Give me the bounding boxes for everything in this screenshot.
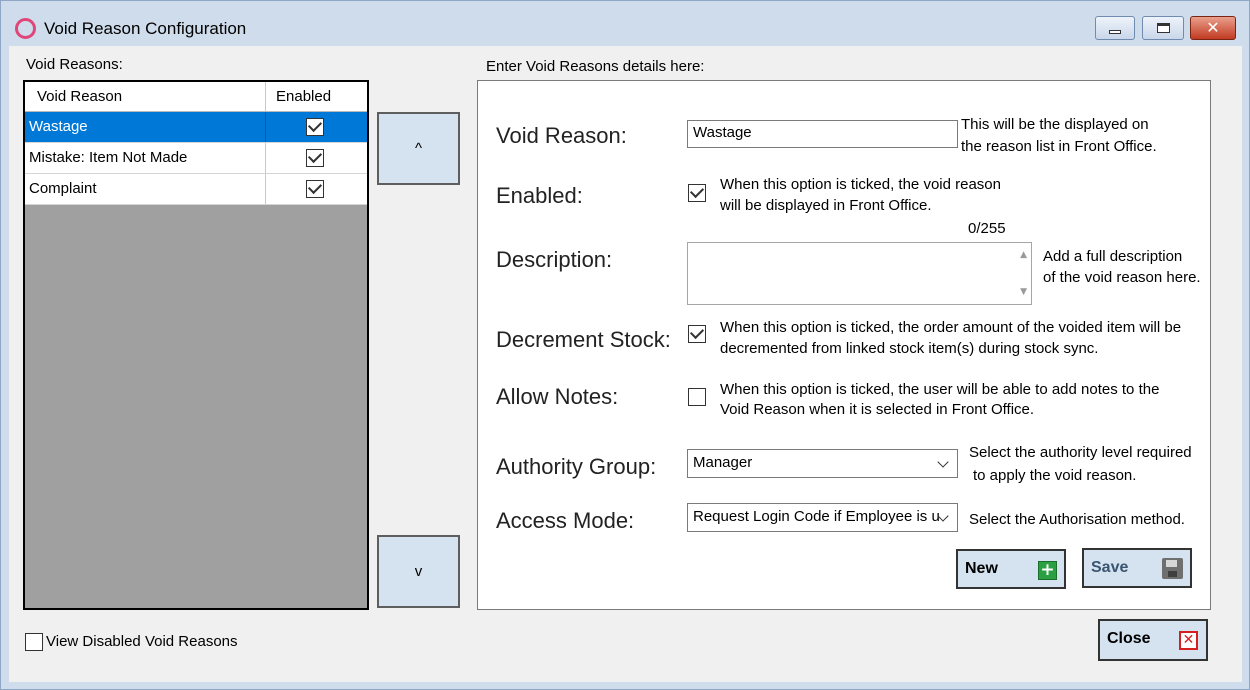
maximize-button[interactable]: [1142, 16, 1184, 40]
description-field-label: Description:: [496, 247, 613, 272]
column-header-void-reason[interactable]: Void Reason: [37, 82, 122, 111]
decrement-stock-checkbox[interactable]: [688, 324, 706, 343]
decrement-stock-help-line1: When this option is ticked, the order am…: [720, 319, 1182, 336]
checkmark-icon: [307, 117, 323, 133]
column-header-enabled[interactable]: Enabled: [276, 82, 331, 111]
column-divider: [265, 112, 266, 142]
table-row[interactable]: Wastage: [25, 112, 367, 143]
enabled-field-label: Enabled:: [496, 183, 583, 208]
app-ring-icon: [15, 18, 36, 39]
description-help-line1: Add a full description: [1043, 248, 1183, 265]
move-up-label: ^: [414, 140, 423, 157]
authority-group-help-line2: to apply the void reason.: [973, 467, 1137, 484]
scroll-up-icon[interactable]: ▲: [1020, 250, 1027, 260]
access-mode-field-label: Access Mode:: [496, 508, 635, 533]
minimize-button[interactable]: [1095, 16, 1135, 40]
description-char-counter: 0/255: [968, 220, 1006, 237]
access-mode-help: Select the Authorisation method.: [969, 511, 1185, 528]
view-disabled-checkbox[interactable]: [25, 633, 43, 651]
save-button[interactable]: Save: [1082, 548, 1192, 588]
scroll-down-icon[interactable]: ▼: [1020, 287, 1027, 297]
description-textarea[interactable]: ▲ ▼: [687, 242, 1032, 305]
move-up-button[interactable]: ^: [377, 112, 460, 185]
row-enabled-checkbox[interactable]: [306, 179, 324, 198]
save-button-label: Save: [1091, 559, 1129, 576]
minimize-icon: [1109, 30, 1121, 34]
decrement-stock-field-label: Decrement Stock:: [496, 327, 671, 352]
void-reason-configuration-window: Void Reason Configuration ✕ Void Reasons…: [0, 0, 1250, 690]
description-help-line2: of the void reason here.: [1043, 269, 1201, 286]
row-void-reason-name: Complaint: [29, 180, 97, 197]
allow-notes-help-line2: Void Reason when it is selected in Front…: [720, 401, 1035, 418]
allow-notes-field-label: Allow Notes:: [496, 384, 619, 409]
void-reason-help-line2: the reason list in Front Office.: [961, 138, 1157, 155]
row-void-reason-name: Wastage: [29, 118, 88, 135]
close-button-label: Close: [1107, 630, 1151, 647]
access-mode-value: Request Login Code if Employee is u: [693, 508, 940, 525]
column-divider: [265, 143, 266, 173]
window-close-button[interactable]: ✕: [1190, 16, 1236, 40]
void-reasons-section-label: Void Reasons:: [26, 56, 123, 73]
plus-icon: +: [1038, 561, 1057, 580]
void-reason-field-label: Void Reason:: [496, 123, 627, 148]
enabled-help-line2: will be displayed in Front Office.: [720, 197, 932, 214]
enabled-help-line1: When this option is ticked, the void rea…: [720, 176, 1001, 193]
table-row[interactable]: Complaint: [25, 174, 367, 205]
checkmark-icon: [689, 183, 705, 199]
checkmark-icon: [307, 179, 323, 195]
close-button[interactable]: Close ✕: [1098, 619, 1208, 661]
table-row[interactable]: Mistake: Item Not Made: [25, 143, 367, 174]
x-icon: ✕: [1179, 631, 1198, 650]
chevron-down-icon: [937, 456, 949, 468]
authority-group-field-label: Authority Group:: [496, 454, 657, 479]
authority-group-value: Manager: [693, 454, 753, 471]
row-void-reason-name: Mistake: Item Not Made: [29, 149, 188, 166]
window-title: Void Reason Configuration: [44, 19, 247, 38]
decrement-stock-help-line2: decremented from linked stock item(s) du…: [720, 340, 1099, 357]
void-reason-input[interactable]: Wastage: [687, 120, 958, 148]
enabled-checkbox[interactable]: [688, 183, 706, 202]
authority-group-help-line1: Select the authority level required: [969, 444, 1192, 461]
maximize-icon: [1156, 23, 1170, 33]
details-panel: Void Reason: Wastage This will be the di…: [477, 80, 1211, 610]
access-mode-select[interactable]: Request Login Code if Employee is u: [687, 503, 958, 532]
column-divider: [265, 174, 266, 204]
view-disabled-label: View Disabled Void Reasons: [46, 633, 238, 650]
move-down-label: v: [414, 563, 423, 580]
title-bar[interactable]: Void Reason Configuration ✕: [1, 1, 1249, 45]
close-icon: ✕: [1206, 18, 1220, 37]
void-reason-help-line1: This will be the displayed on: [961, 116, 1149, 133]
allow-notes-help-line1: When this option is ticked, the user wil…: [720, 381, 1160, 398]
dialog-body: Void Reasons: Void Reason Enabled Wastag…: [9, 46, 1242, 682]
void-reason-grid[interactable]: Void Reason Enabled Wastage Mistake: Ite…: [23, 80, 369, 610]
new-button-label: New: [965, 560, 998, 577]
details-section-label: Enter Void Reasons details here:: [486, 58, 705, 75]
grid-header: Void Reason Enabled: [25, 82, 367, 112]
move-down-button[interactable]: v: [377, 535, 460, 608]
checkmark-icon: [689, 324, 705, 340]
new-button[interactable]: New +: [956, 549, 1066, 589]
checkmark-icon: [307, 148, 323, 164]
allow-notes-checkbox[interactable]: [688, 388, 706, 406]
authority-group-select[interactable]: Manager: [687, 449, 958, 478]
row-enabled-checkbox[interactable]: [306, 148, 324, 167]
row-enabled-checkbox[interactable]: [306, 117, 324, 136]
floppy-disk-icon: [1162, 558, 1183, 579]
column-divider: [265, 82, 266, 111]
